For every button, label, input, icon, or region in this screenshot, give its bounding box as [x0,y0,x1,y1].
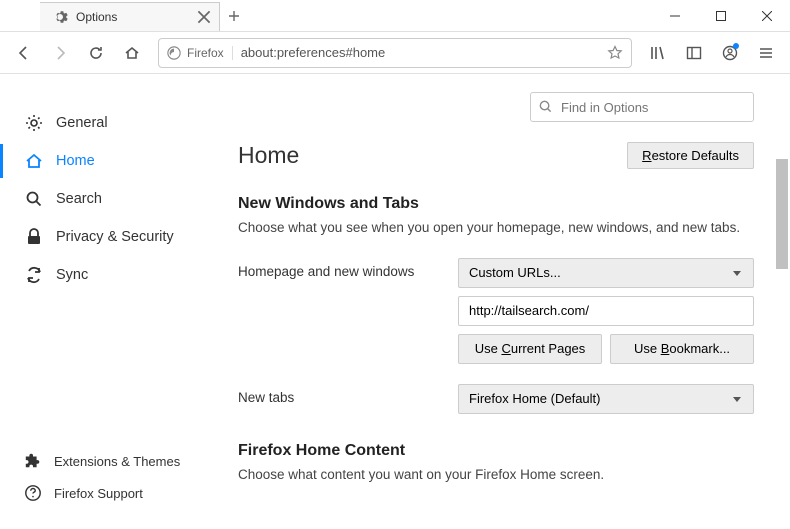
library-button[interactable] [642,37,674,69]
window-titlebar: Options [0,0,790,32]
home-icon [24,151,44,171]
sidebar-item-label: Extensions & Themes [54,454,180,469]
search-icon [24,189,44,209]
sidebar-item-label: General [56,115,108,131]
preferences-content: General Home Search Privacy & Security S… [0,74,790,529]
sidebar-item-label: Home [56,153,95,169]
url-text: about:preferences#home [241,45,607,60]
sidebar-button[interactable] [678,37,710,69]
preferences-sidebar: General Home Search Privacy & Security S… [0,74,210,529]
tab-title: Options [76,10,197,24]
restore-defaults-button[interactable]: Restore Defaults [627,142,754,169]
identity-box[interactable]: Firefox [167,46,233,60]
url-bar[interactable]: Firefox about:preferences#home [158,38,632,68]
close-tab-button[interactable] [197,10,211,24]
homepage-row: Homepage and new windows Custom URLs... … [238,258,754,364]
homepage-url-input[interactable] [458,296,754,326]
sync-icon [24,265,44,285]
sidebar-item-label: Privacy & Security [56,229,174,245]
sidebar-item-general[interactable]: General [0,104,210,142]
menu-button[interactable] [750,37,782,69]
forward-button[interactable] [44,37,76,69]
sidebar-item-support[interactable]: Firefox Support [0,477,210,509]
preferences-main: Home Restore Defaults New Windows and Ta… [210,74,790,529]
browser-tab[interactable]: Options [40,2,220,31]
sidebar-item-sync[interactable]: Sync [0,256,210,294]
gear-icon [24,113,44,133]
gear-icon [52,9,68,25]
sidebar-item-home[interactable]: Home [0,142,210,180]
search-input[interactable] [530,92,754,122]
newtabs-row: New tabs Firefox Home (Default) [238,384,754,414]
maximize-button[interactable] [698,0,744,31]
lock-icon [24,227,44,247]
sidebar-item-search[interactable]: Search [0,180,210,218]
sidebar-item-label: Firefox Support [54,486,143,501]
home-button[interactable] [116,37,148,69]
question-icon [24,484,42,502]
sidebar-item-label: Sync [56,267,88,283]
puzzle-icon [24,452,42,470]
navigation-toolbar: Firefox about:preferences#home [0,32,790,74]
sidebar-item-extensions[interactable]: Extensions & Themes [0,445,210,477]
bookmark-star-icon[interactable] [607,45,623,61]
identity-label: Firefox [187,46,224,60]
back-button[interactable] [8,37,40,69]
minimize-button[interactable] [652,0,698,31]
scrollbar-thumb[interactable] [776,159,788,269]
sidebar-item-label: Search [56,191,102,207]
section-heading: Firefox Home Content [238,442,754,460]
search-icon [538,99,553,114]
homepage-select[interactable]: Custom URLs... [458,258,754,288]
sidebar-item-privacy[interactable]: Privacy & Security [0,218,210,256]
close-window-button[interactable] [744,0,790,31]
form-label: Homepage and new windows [238,258,458,364]
new-tab-button[interactable] [220,0,248,31]
window-controls [652,0,790,31]
reload-button[interactable] [80,37,112,69]
new-tabs-select[interactable]: Firefox Home (Default) [458,384,754,414]
options-search [530,92,754,122]
firefox-icon [167,46,181,60]
account-button[interactable] [714,37,746,69]
section-description: Choose what content you want on your Fir… [238,466,754,485]
section-heading: New Windows and Tabs [238,195,754,213]
use-bookmark-button[interactable]: Use Bookmark... [610,334,754,364]
section-description: Choose what you see when you open your h… [238,219,754,238]
use-current-pages-button[interactable]: Use Current Pages [458,334,602,364]
form-label: New tabs [238,384,458,414]
